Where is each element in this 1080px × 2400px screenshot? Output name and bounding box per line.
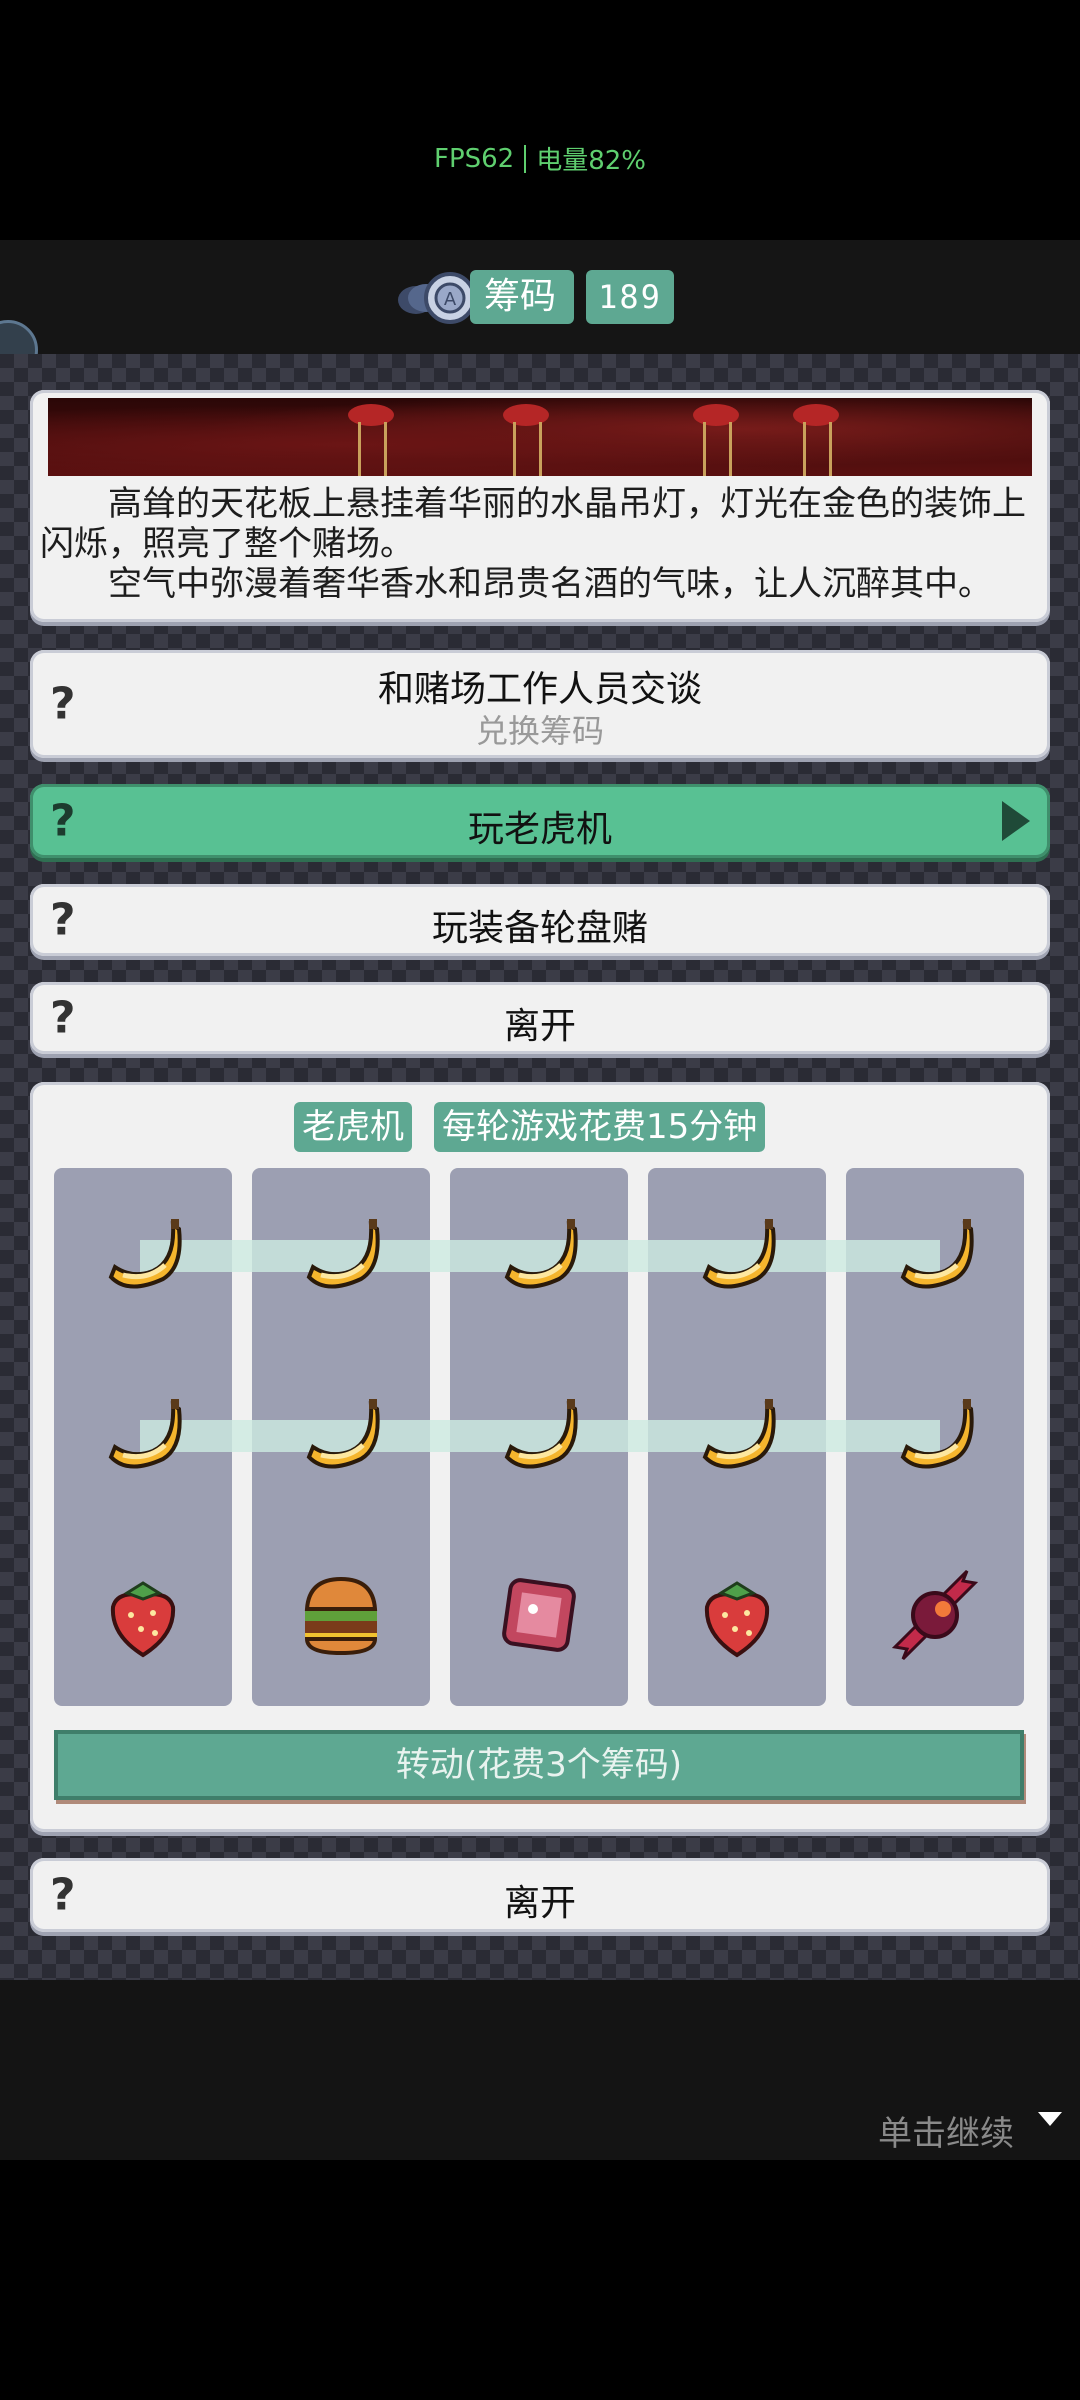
gem-icon xyxy=(489,1565,589,1665)
option-label: 玩装备轮盘赌 xyxy=(431,908,648,949)
leave-slots-option[interactable]: ? 离开 xyxy=(30,1858,1050,1932)
play-roulette-option[interactable]: ? 玩装备轮盘赌 xyxy=(30,884,1050,956)
fps-counter: FPS62 xyxy=(433,143,515,174)
banana-icon xyxy=(489,1205,589,1305)
story-paragraph: 空气中弥漫着奢华香水和昂贵名酒的气味，让人沉醉其中。 xyxy=(108,564,992,604)
chips-label: 筹码 xyxy=(470,270,575,324)
spin-button[interactable]: 转动(花费3个筹码) xyxy=(54,1730,1024,1800)
banana-icon xyxy=(885,1385,985,1485)
option-label: 玩老虎机 xyxy=(467,809,612,850)
chips-icon: A xyxy=(398,272,476,324)
banana-icon xyxy=(489,1385,589,1485)
leave-option[interactable]: ? 离开 xyxy=(30,982,1050,1054)
banana-icon xyxy=(687,1205,787,1305)
story-paragraph: 高耸的天花板上悬挂着华丽的水晶吊灯，灯光在金色的装饰上闪烁，照亮了整个赌场。 xyxy=(40,484,1026,564)
option-label: 离开 xyxy=(503,1883,576,1924)
casino-scene-image xyxy=(48,398,1032,476)
slot-machine-title: 老虎机 xyxy=(294,1102,412,1152)
banana-icon xyxy=(687,1385,787,1485)
talk-to-staff-option[interactable]: ? 和赌场工作人员交谈 兑换筹码 xyxy=(30,650,1050,758)
option-label: 离开 xyxy=(503,1006,576,1047)
burger-icon xyxy=(291,1565,391,1665)
story-text: 高耸的天花板上悬挂着华丽的水晶吊灯，灯光在金色的装饰上闪烁，照亮了整个赌场。 空… xyxy=(40,484,1040,604)
option-label: 和赌场工作人员交谈 xyxy=(377,669,702,710)
tap-to-continue[interactable]: 单击继续 xyxy=(878,2106,1014,2155)
strawberry-icon xyxy=(687,1565,787,1665)
chips-count: 189 xyxy=(586,270,674,324)
battery-level: 电量82% xyxy=(536,146,647,176)
svg-text:A: A xyxy=(444,289,457,310)
triangle-down-icon xyxy=(1038,2112,1062,2126)
banana-icon xyxy=(93,1385,193,1485)
play-arrow-icon xyxy=(1002,801,1030,841)
strawberry-icon xyxy=(93,1565,193,1665)
banana-icon xyxy=(291,1205,391,1305)
status-separator xyxy=(524,144,527,173)
banana-icon xyxy=(885,1205,985,1305)
banana-icon xyxy=(291,1385,391,1485)
play-slots-option[interactable]: ? 玩老虎机 xyxy=(30,784,1050,858)
candy-icon xyxy=(885,1565,985,1665)
status-overlay: FPS62 电量82% xyxy=(0,0,1080,240)
banana-icon xyxy=(93,1205,193,1305)
option-sublabel: 兑换筹码 xyxy=(475,712,604,750)
slot-cost-note: 每轮游戏花费15分钟 xyxy=(434,1102,766,1152)
